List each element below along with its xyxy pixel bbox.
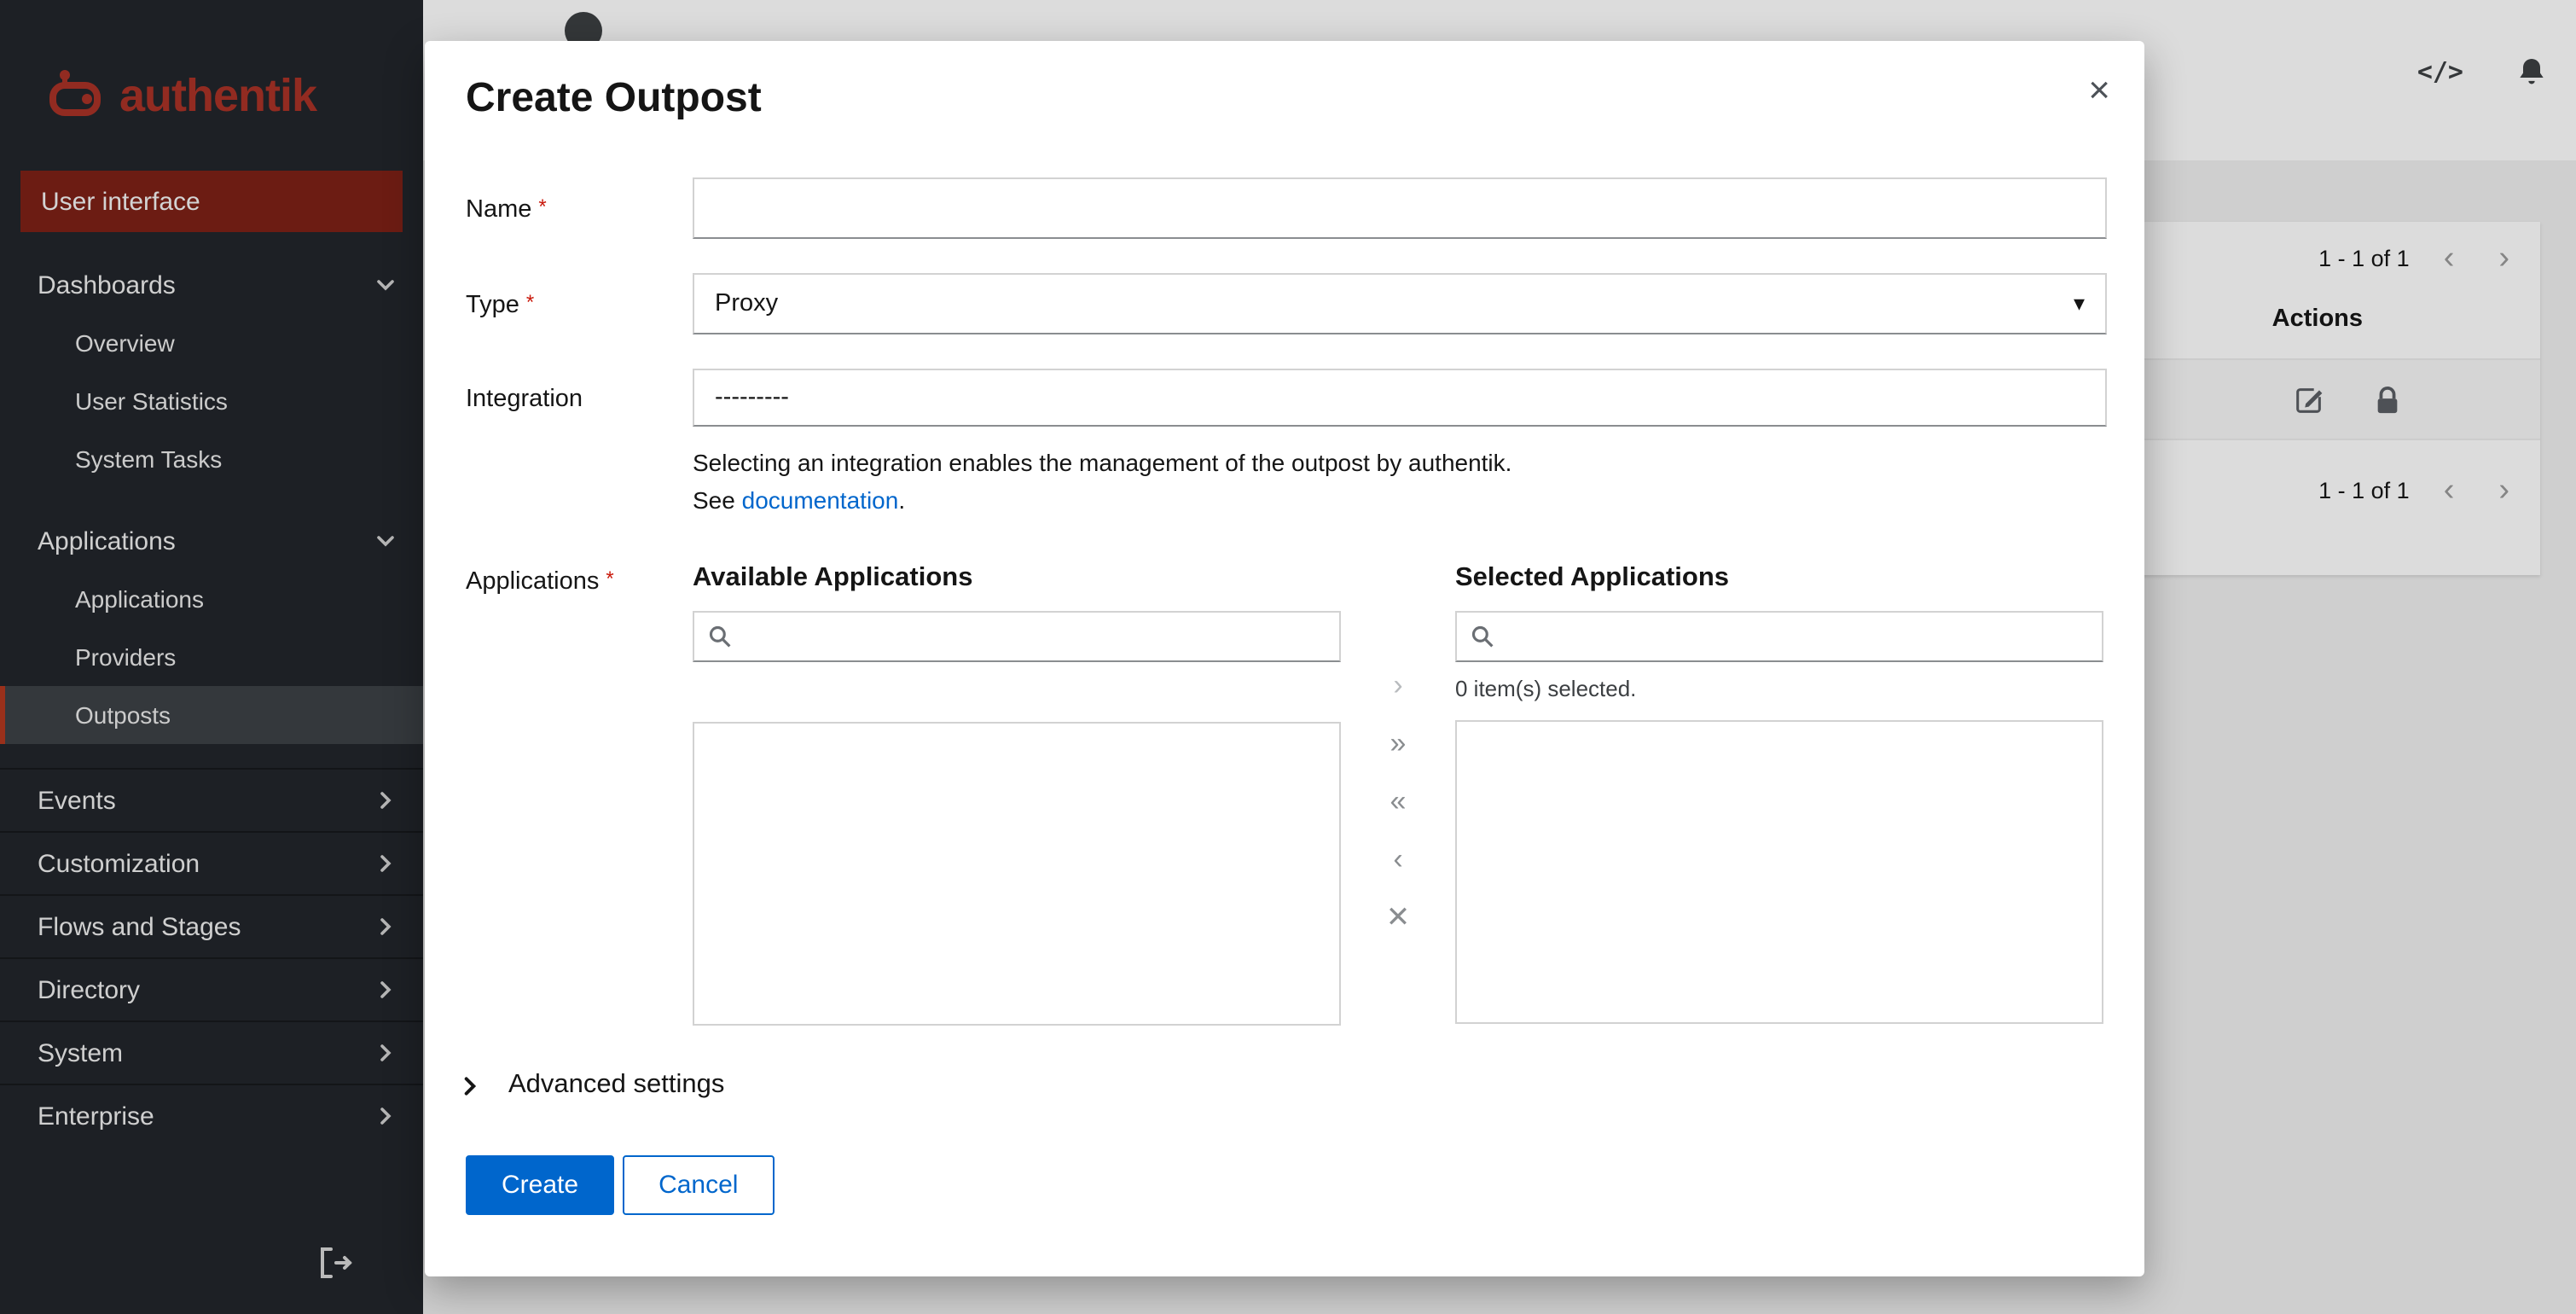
chevron-right-icon xyxy=(464,1076,477,1095)
remove-all-icon[interactable]: « xyxy=(1390,785,1407,819)
type-select-value: Proxy xyxy=(715,290,779,317)
search-icon xyxy=(709,625,731,648)
create-outpost-modal: Create Outpost × Name * Type * Proxy ▾ I… xyxy=(425,41,2144,1276)
required-marker: * xyxy=(538,195,547,218)
selected-applications-list[interactable] xyxy=(1455,720,2103,1024)
required-marker: * xyxy=(606,567,614,590)
remove-selected-icon[interactable]: ‹ xyxy=(1393,843,1402,877)
available-search xyxy=(693,611,1341,662)
clear-selection-icon[interactable]: ✕ xyxy=(1386,901,1411,935)
available-search-input[interactable] xyxy=(746,624,1326,649)
integration-field-row: Integration --------- Selecting an integ… xyxy=(466,369,2107,519)
type-field-row: Type * Proxy ▾ xyxy=(466,273,2107,334)
selected-count: 0 item(s) selected. xyxy=(1455,676,1637,701)
create-button[interactable]: Create xyxy=(466,1155,615,1215)
screen: authentik User interface Dashboards Over… xyxy=(0,0,2576,1314)
selected-search-input[interactable] xyxy=(1508,624,2088,649)
available-applications-list[interactable] xyxy=(693,722,1341,1026)
integration-select[interactable]: --------- xyxy=(693,369,2107,427)
dual-list-controls: › » « ‹ ✕ xyxy=(1341,669,1455,1026)
add-selected-icon[interactable]: › xyxy=(1393,669,1402,703)
required-marker: * xyxy=(525,290,535,314)
modal-footer: Create Cancel xyxy=(466,1155,2107,1215)
advanced-settings-toggle[interactable]: Advanced settings xyxy=(459,1070,2107,1101)
caret-down-icon: ▾ xyxy=(2073,290,2085,316)
type-select[interactable]: Proxy ▾ xyxy=(693,273,2107,334)
applications-dual-list: Available Applications › » « ‹ ✕ Selecte… xyxy=(693,563,2107,1026)
name-input[interactable] xyxy=(693,177,2107,239)
advanced-settings-label: Advanced settings xyxy=(508,1070,725,1099)
name-label: Name * xyxy=(466,195,547,224)
selected-applications-pane: Selected Applications 0 item(s) selected… xyxy=(1455,563,2103,1026)
modal-title: Create Outpost xyxy=(466,75,762,121)
create-outpost-form: Name * Type * Proxy ▾ Integration ------… xyxy=(464,177,2107,1215)
search-icon xyxy=(1471,625,1494,648)
integration-label: Integration xyxy=(466,386,583,413)
documentation-link[interactable]: documentation xyxy=(742,486,899,514)
name-field-row: Name * xyxy=(466,177,2107,239)
available-applications-title: Available Applications xyxy=(693,563,973,592)
integration-select-value: --------- xyxy=(715,384,789,411)
type-label: Type * xyxy=(466,290,535,319)
applications-field-row: Applications * Available Applications › … xyxy=(466,563,2107,1026)
add-all-icon[interactable]: » xyxy=(1390,727,1407,761)
cancel-button[interactable]: Cancel xyxy=(623,1155,775,1215)
selected-applications-title: Selected Applications xyxy=(1455,563,1729,592)
selected-search xyxy=(1455,611,2103,662)
close-icon[interactable]: × xyxy=(2088,71,2110,109)
integration-help-text: Selecting an integration enables the man… xyxy=(693,449,1512,514)
available-applications-pane: Available Applications xyxy=(693,563,1341,1026)
applications-label: Applications * xyxy=(466,567,614,596)
